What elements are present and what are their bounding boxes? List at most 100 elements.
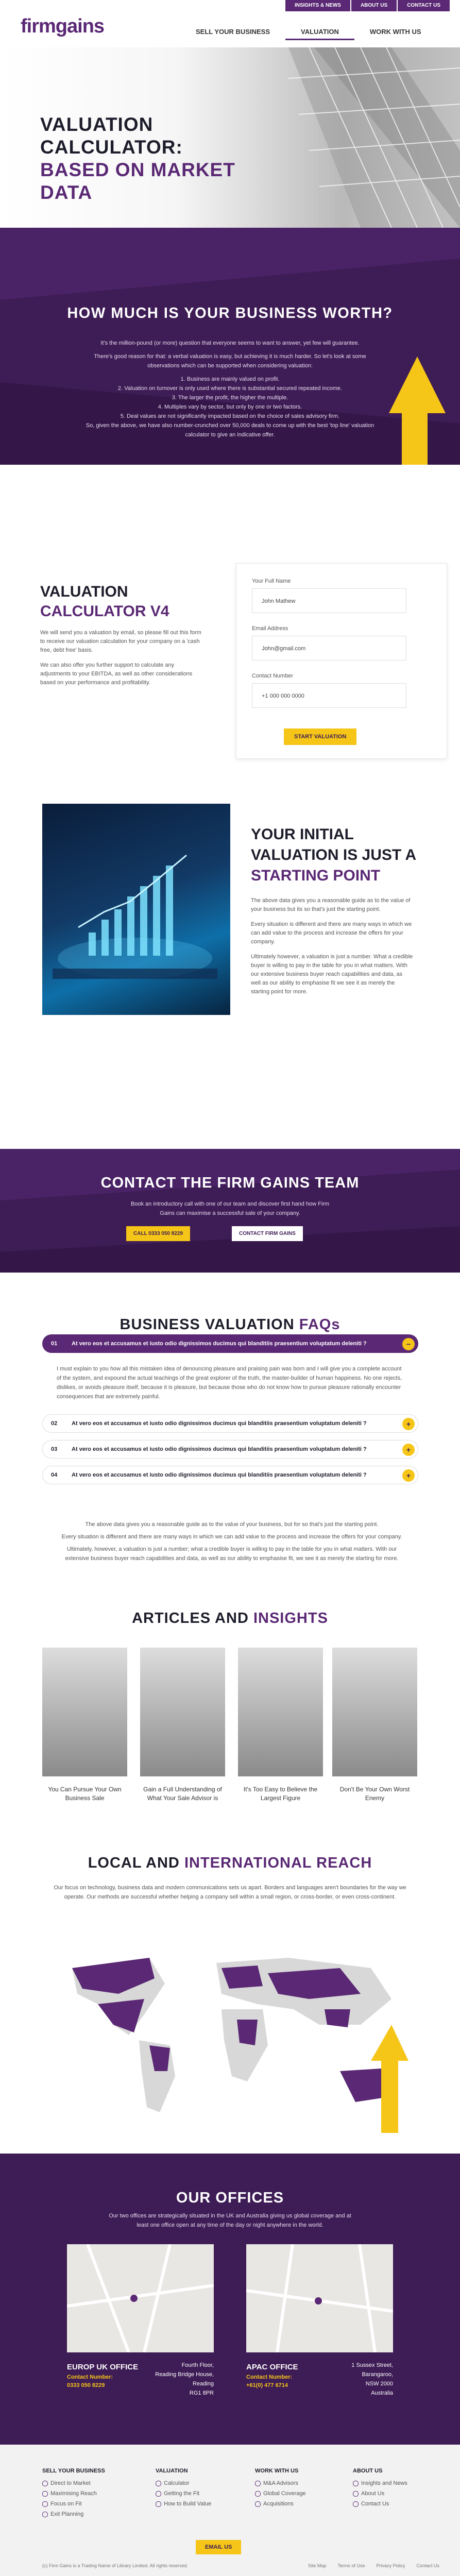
hero-title-line1: VALUATION [40, 114, 154, 135]
footer-link[interactable]: Contact Us [353, 2501, 440, 2507]
faq-question: At vero eos et accusamus et iusto odio d… [72, 1420, 367, 1427]
footer-link[interactable]: Exit Planning [42, 2511, 130, 2517]
hero-title-line4: DATA [40, 182, 93, 203]
address-line: RG1 8PR [189, 2390, 214, 2396]
footer-col-sell: SELL YOUR BUSINESS Direct to Market Maxi… [42, 2468, 130, 2521]
reach-title: LOCAL AND INTERNATIONAL REACH [0, 1855, 460, 1872]
footer-link[interactable]: Calculator [156, 2480, 243, 2486]
footer-link[interactable]: How to Build Value [156, 2501, 243, 2507]
worth-paragraph-2: There's good reason for that: a verbal v… [94, 353, 366, 369]
article-image-4[interactable] [332, 1648, 417, 1776]
article-title-2[interactable]: Gain a Full Understanding of What Your S… [140, 1785, 225, 1803]
starting-point-paragraph-2: Every situation is different and there a… [251, 921, 412, 945]
nav-work[interactable]: WORK WITH US [354, 25, 437, 40]
article-image-2[interactable] [140, 1648, 225, 1776]
footer-heading: VALUATION [156, 2468, 188, 2474]
uk-contact-label: Contact Number: [67, 2374, 113, 2380]
article-title-4[interactable]: Don't Be Your Own Worst Enemy [332, 1785, 417, 1803]
logo[interactable]: firmgains [21, 15, 105, 38]
map-pin-icon [130, 2295, 138, 2302]
top-links: INSIGHTS & NEWS ABOUT US CONTACT US [284, 0, 450, 11]
apac-contact-label: Contact Number: [246, 2374, 293, 2380]
call-button[interactable]: CALL 0333 050 8229 [126, 1226, 190, 1241]
phone-field[interactable]: +1 000 000 0000 [252, 683, 406, 708]
copyright: (c) Firm Gains is a Trading Name of Libr… [42, 2563, 189, 2568]
email-us-button[interactable]: EMAIL US [196, 2540, 242, 2554]
article-title-3[interactable]: It's Too Easy to Believe the Largest Fig… [238, 1785, 323, 1803]
terms-link[interactable]: Terms of Use [337, 2563, 365, 2568]
address-line: Reading Bridge House, [155, 2371, 214, 2378]
starting-point-title: YOUR INITIAL VALUATION IS JUST A STARTIN… [251, 824, 416, 886]
faq-item-1[interactable]: 01 At vero eos et accusamus et iusto odi… [42, 1334, 418, 1353]
contact-banner: CONTACT THE FIRM GAINS TEAM Book an intr… [0, 1149, 460, 1273]
faq-item-3[interactable]: 03 At vero eos et accusamus et iusto odi… [42, 1440, 418, 1459]
contact-firm-gains-button[interactable]: CONTACT FIRM GAINS [232, 1226, 303, 1241]
top-link-contact[interactable]: CONTACT US [398, 0, 450, 11]
address-line: Barangaroo, [362, 2371, 393, 2378]
contact-title: CONTACT THE FIRM GAINS TEAM [100, 1175, 360, 1191]
footer-link[interactable]: Insights and News [353, 2480, 440, 2486]
name-field[interactable]: John Mathew [252, 588, 406, 613]
address-line: 1 Sussex Street, [351, 2362, 393, 2368]
reach-text: Our focus on technology, business data a… [54, 1885, 406, 1900]
privacy-link[interactable]: Privacy Policy [376, 2563, 405, 2568]
faq-answer: I must explain to you how all this mista… [57, 1366, 402, 1400]
expand-icon[interactable]: + [402, 1418, 415, 1430]
faq-item-2[interactable]: 02 At vero eos et accusamus et iusto odi… [42, 1414, 418, 1433]
faq-number: 02 [51, 1420, 58, 1427]
footer-link[interactable]: M&A Advisors [255, 2480, 343, 2486]
apac-phone[interactable]: +61(0) 477 6714 [246, 2382, 288, 2388]
faq-item-4[interactable]: 04 At vero eos et accusamus et iusto odi… [42, 1466, 418, 1484]
faq-number: 01 [51, 1341, 58, 1347]
worth-paragraph-3: So, given the above, we have also number… [86, 422, 374, 438]
footer: SELL YOUR BUSINESS Direct to Market Maxi… [0, 2445, 460, 2576]
faq-title-part2: FAQs [299, 1316, 340, 1333]
footer-link[interactable]: Getting the Fit [156, 2490, 243, 2497]
uk-office-name: EUROP UK OFFICE [67, 2363, 139, 2371]
article-image-1[interactable] [42, 1648, 127, 1776]
worth-item: 1. Business are mainly valued on profit. [180, 376, 280, 382]
footer-link[interactable]: Focus on Fit [42, 2501, 130, 2507]
worth-section: HOW MUCH IS YOUR BUSINESS WORTH? It's th… [0, 228, 460, 465]
hero-title-line3: BASED ON MARKET [40, 159, 235, 180]
logo-part-firm: firm [21, 15, 56, 37]
footer-link[interactable]: About Us [353, 2490, 440, 2497]
footer-heading: WORK WITH US [255, 2468, 299, 2474]
footer-heading: ABOUT US [353, 2468, 383, 2474]
articles-title: ARTICLES AND INSIGHTS [0, 1610, 460, 1627]
expand-icon[interactable]: + [402, 1469, 415, 1482]
nav-valuation[interactable]: VALUATION [285, 25, 354, 40]
expand-icon[interactable]: + [402, 1444, 415, 1456]
starting-point-title-line1: YOUR INITIAL [251, 826, 354, 843]
worth-paragraph-1: It's the million-pound (or more) questio… [100, 340, 360, 346]
article-title-1[interactable]: You Can Pursue Your Own Business Sale [42, 1785, 127, 1803]
start-valuation-button[interactable]: START VALUATION [284, 728, 357, 745]
nav-sell[interactable]: SELL YOUR BUSINESS [180, 25, 285, 40]
faq-footer-text: The above data gives you a reasonable gu… [57, 1520, 407, 1566]
faq-number: 04 [51, 1472, 58, 1478]
calculator-paragraph-2: We can also offer you further support to… [40, 662, 193, 686]
uk-phone[interactable]: 0333 050 8229 [67, 2382, 105, 2388]
footer-link[interactable]: Global Coverage [255, 2490, 343, 2497]
calculator-title: VALUATION CALCULATOR V4 [40, 582, 169, 621]
footer-heading: SELL YOUR BUSINESS [42, 2468, 105, 2474]
calculator-text: We will send you a valuation by email, s… [40, 629, 205, 693]
sitemap-link[interactable]: Site Map [308, 2563, 327, 2568]
apac-office-map[interactable] [246, 2244, 394, 2353]
footer-link[interactable]: Direct to Market [42, 2480, 130, 2486]
uk-office-map[interactable] [66, 2243, 214, 2353]
reach-title-part2: INTERNATIONAL REACH [184, 1855, 372, 1871]
offices-section: OUR OFFICES Our two offices are strategi… [0, 2154, 460, 2445]
footer-link[interactable]: Maximising Reach [42, 2490, 130, 2497]
starting-point-paragraph-3: Ultimately however, a valuation is just … [251, 954, 413, 995]
contact-link[interactable]: Contact Us [416, 2563, 439, 2568]
starting-point-title-line2: VALUATION IS JUST A [251, 846, 417, 863]
email-field[interactable]: John@gmail.com [252, 636, 406, 660]
collapse-icon[interactable]: − [402, 1338, 415, 1350]
top-link-insights[interactable]: INSIGHTS & NEWS [285, 0, 350, 11]
top-link-about[interactable]: ABOUT US [351, 0, 397, 11]
article-image-3[interactable] [238, 1648, 323, 1776]
hero-title-line2: CALCULATOR: [40, 137, 183, 158]
footer-link[interactable]: Acquisitions [255, 2501, 343, 2507]
starting-point-text: The above data gives you a reasonable gu… [251, 896, 413, 1003]
